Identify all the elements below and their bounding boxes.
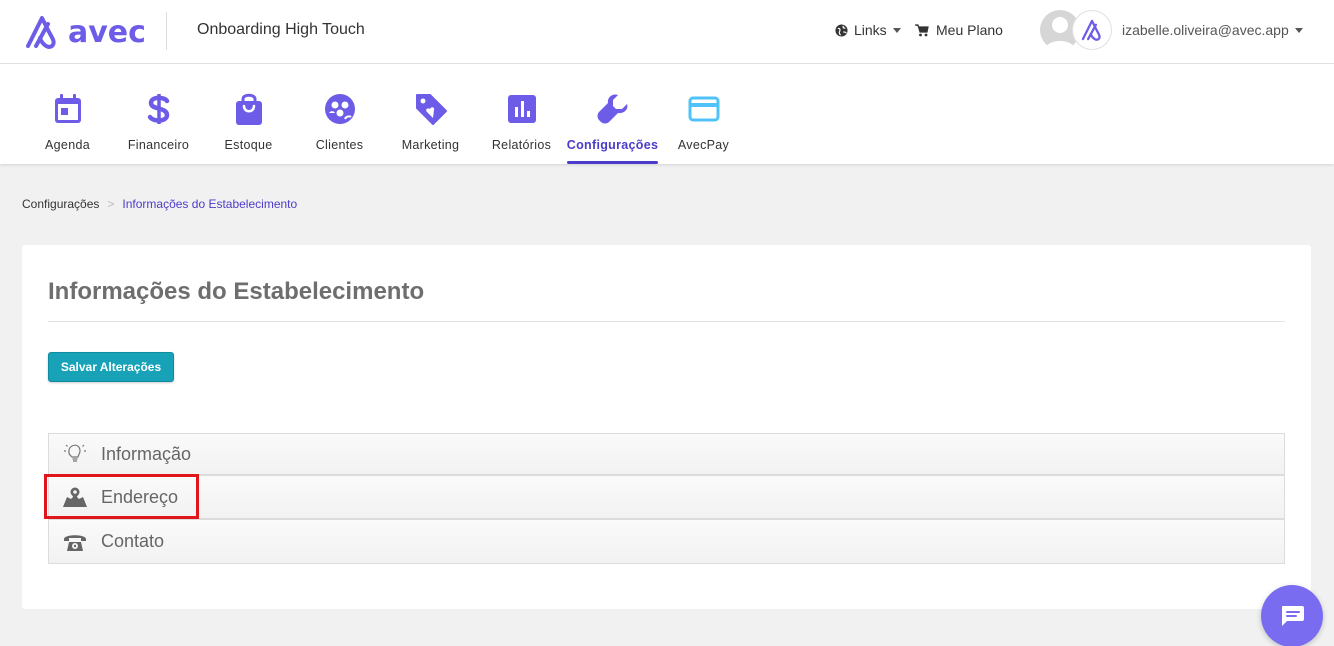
breadcrumb-separator: > [107, 197, 115, 211]
wrench-icon [596, 92, 630, 126]
user-email: izabelle.oliveira@avec.app [1122, 22, 1289, 38]
tag-heart-icon [414, 92, 448, 126]
section-label: Informação [101, 443, 192, 464]
nav-label: Agenda [45, 138, 90, 152]
globe-icon [835, 23, 848, 37]
nav-label: Configurações [566, 138, 659, 152]
section-contato[interactable]: Contato [48, 519, 1285, 564]
bar-chart-icon [505, 92, 539, 126]
active-indicator [567, 161, 658, 164]
chevron-down-icon [1294, 27, 1303, 33]
section-informacao[interactable]: Informação [48, 433, 1285, 475]
nav-item-configuracoes[interactable]: Configurações [567, 64, 658, 164]
nav-item-marketing[interactable]: Marketing [385, 64, 476, 164]
chat-button[interactable] [1261, 585, 1323, 646]
shopping-bag-icon [232, 92, 266, 126]
header-divider [166, 12, 167, 50]
page-title: Informações do Estabelecimento [48, 278, 425, 305]
nav-item-clientes[interactable]: Clientes [294, 64, 385, 164]
map-pin-icon [49, 486, 101, 508]
nav-item-avecpay[interactable]: AvecPay [658, 64, 749, 164]
credit-card-icon [687, 92, 721, 126]
links-menu[interactable]: Links [835, 22, 901, 38]
nav-item-estoque[interactable]: Estoque [203, 64, 294, 164]
nav-label: Marketing [401, 138, 460, 152]
account-name: Onboarding High Touch [197, 21, 365, 38]
nav-label: Clientes [315, 138, 364, 152]
nav-item-relatorios[interactable]: Relatórios [476, 64, 567, 164]
avec-logo[interactable]: avec [22, 12, 146, 52]
lightbulb-icon [49, 443, 101, 465]
breadcrumb: Configurações > Informações do Estabelec… [22, 197, 297, 211]
establishment-avatar [1072, 10, 1112, 50]
settings-card: Informações do Estabelecimento Salvar Al… [22, 245, 1311, 609]
cart-icon [915, 23, 929, 36]
nav-item-agenda[interactable]: Agenda [22, 64, 113, 164]
plan-menu[interactable]: Meu Plano [915, 22, 1003, 38]
plan-label: Meu Plano [936, 22, 1003, 38]
top-header: avec Onboarding High Touch Links Meu Pla… [0, 0, 1334, 64]
section-label: Endereço [101, 486, 179, 507]
phone-icon [49, 531, 101, 553]
nav-label: Estoque [224, 138, 273, 152]
nav-label: Financeiro [127, 138, 190, 152]
section-endereco[interactable]: Endereço [48, 475, 1285, 519]
chat-icon [1282, 606, 1304, 626]
user-avatars[interactable] [1040, 10, 1112, 50]
clients-icon [323, 92, 357, 126]
breadcrumb-current: Informações do Estabelecimento [122, 197, 298, 211]
section-label: Contato [101, 531, 165, 551]
chevron-down-icon [892, 27, 901, 33]
title-divider [48, 321, 1285, 322]
links-label: Links [854, 22, 887, 38]
calendar-icon [51, 92, 85, 126]
nav-label: AvecPay [677, 138, 730, 152]
avec-logo-icon [26, 16, 56, 49]
breadcrumb-root[interactable]: Configurações [22, 197, 99, 211]
module-nav: Agenda Financeiro Estoque Clientes Marke… [0, 64, 1334, 164]
dollar-icon [142, 92, 176, 126]
user-menu[interactable]: izabelle.oliveira@avec.app [1122, 22, 1303, 38]
nav-item-financeiro[interactable]: Financeiro [113, 64, 204, 164]
nav-label: Relatórios [491, 138, 552, 152]
logo-text: avec [68, 14, 146, 50]
avec-logo-icon [1081, 19, 1101, 41]
save-button[interactable]: Salvar Alterações [48, 352, 174, 382]
